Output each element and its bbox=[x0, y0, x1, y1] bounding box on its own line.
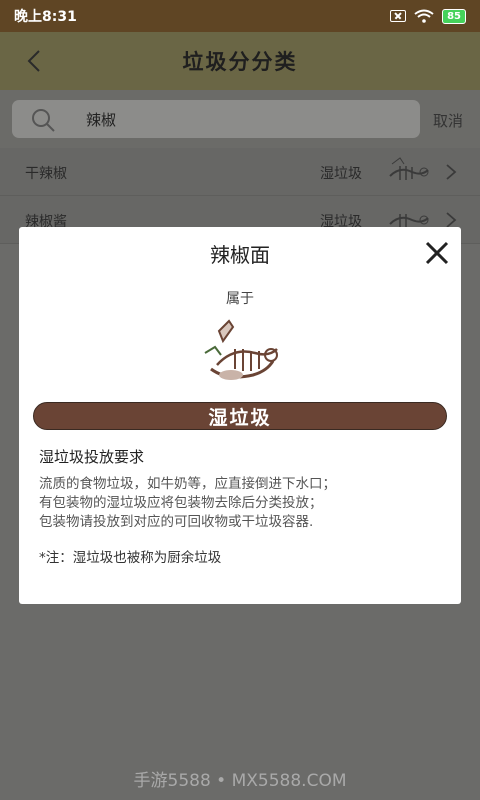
note-text: *注：湿垃圾也被称为厨余垃圾 bbox=[39, 550, 222, 566]
requirement-line: 有包装物的湿垃圾应将包装物去除后分类投放； bbox=[39, 495, 323, 511]
watermark: 手游5588 • MX5588.COM bbox=[133, 771, 347, 791]
requirement-title: 湿垃圾投放要求 bbox=[39, 448, 145, 466]
wet-waste-icon bbox=[204, 319, 278, 380]
category-name: 湿垃圾 bbox=[208, 406, 272, 429]
requirement-line: 包装物请投放到对应的可回收物或干垃圾容器. bbox=[39, 514, 314, 530]
item-detail-dialog: 辣椒面 属于 湿垃圾 湿垃圾投放要求 流质的食物垃圾，如牛奶等，应直接倒进下水口… bbox=[19, 227, 461, 604]
modal-overlay[interactable]: 辣椒面 属于 湿垃圾 湿垃圾投放要求 流质的食物垃圾，如牛奶等，应直接倒进下水口… bbox=[0, 0, 480, 800]
requirement-line: 流质的食物垃圾，如牛奶等，应直接倒进下水口； bbox=[39, 476, 336, 492]
category-banner: 湿垃圾 bbox=[33, 402, 447, 430]
dialog-title: 辣椒面 bbox=[210, 243, 270, 267]
belongs-label: 属于 bbox=[226, 291, 254, 307]
requirement-text: 流质的食物垃圾，如牛奶等，应直接倒进下水口； 有包装物的湿垃圾应将包装物去除后分… bbox=[39, 475, 449, 532]
close-icon[interactable] bbox=[423, 239, 451, 267]
